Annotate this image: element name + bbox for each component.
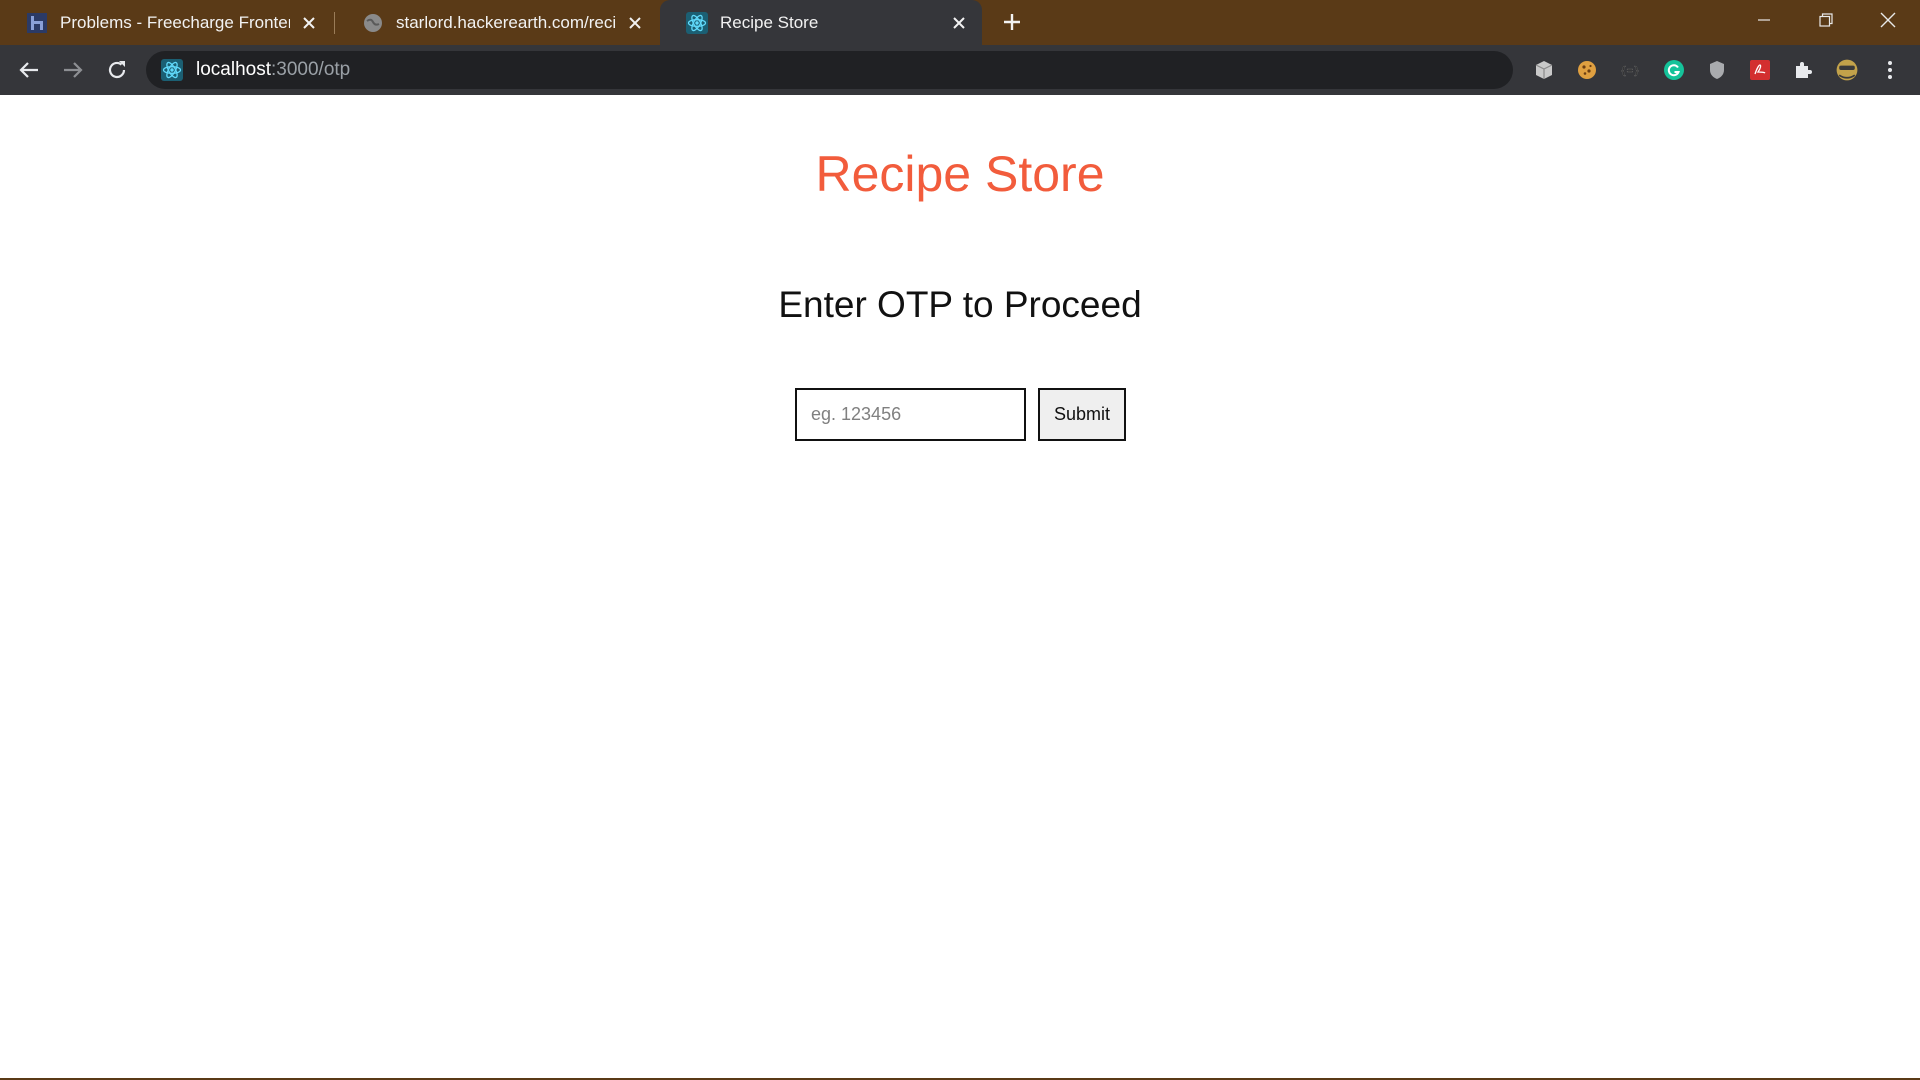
cookie-icon[interactable]	[1574, 57, 1600, 83]
url-host: localhost	[196, 59, 271, 80]
tab-starlord[interactable]: starlord.hackerearth.com/recipe	[336, 0, 658, 45]
restore-button[interactable]	[1795, 0, 1857, 40]
submit-button[interactable]: Submit	[1038, 388, 1126, 441]
minimize-button[interactable]	[1733, 0, 1795, 40]
hackerearth-icon	[26, 12, 48, 34]
react-icon	[686, 11, 708, 34]
tab-title: starlord.hackerearth.com/recipe	[396, 12, 616, 32]
tab-divider	[334, 12, 335, 34]
shield-icon[interactable]	[1704, 57, 1730, 83]
pdf-icon[interactable]	[1747, 57, 1773, 83]
tab-title: Recipe Store	[720, 12, 819, 32]
puzzle-icon[interactable]	[1790, 57, 1816, 83]
reload-button[interactable]	[102, 55, 132, 85]
close-icon[interactable]	[950, 14, 968, 32]
menu-icon[interactable]	[1877, 57, 1903, 83]
tab-problems[interactable]: Problems - Freecharge Frontend	[0, 0, 332, 45]
url-path: :3000/otp	[271, 59, 351, 80]
page-content: Recipe Store Enter OTP to Proceed Submit	[0, 95, 1920, 1078]
otp-heading: Enter OTP to Proceed	[778, 284, 1142, 325]
avatar-icon[interactable]	[1834, 57, 1860, 83]
browser-tab-strip: Problems - Freecharge Frontend starlord.…	[0, 0, 1920, 45]
back-button[interactable]	[14, 55, 44, 85]
address-bar[interactable]: localhost:3000/otp	[146, 51, 1513, 89]
close-icon[interactable]	[300, 14, 318, 32]
cube-icon[interactable]	[1531, 57, 1557, 83]
browser-toolbar: localhost:3000/otp {=}	[0, 45, 1920, 95]
svg-text:{=}: {=}	[1620, 64, 1640, 77]
forward-button[interactable]	[58, 55, 88, 85]
otp-input[interactable]	[795, 388, 1026, 441]
window-close-button[interactable]	[1857, 0, 1919, 40]
close-icon[interactable]	[626, 14, 644, 32]
tab-title: Problems - Freecharge Frontend	[60, 12, 290, 32]
globe-icon	[362, 12, 384, 34]
tab-recipe-store[interactable]: Recipe Store	[660, 0, 982, 45]
brand-title: Recipe Store	[815, 146, 1105, 202]
grammarly-icon[interactable]	[1661, 57, 1687, 83]
new-tab-button[interactable]	[998, 8, 1026, 36]
react-icon	[160, 58, 184, 82]
braces-icon[interactable]: {=}	[1617, 57, 1643, 83]
